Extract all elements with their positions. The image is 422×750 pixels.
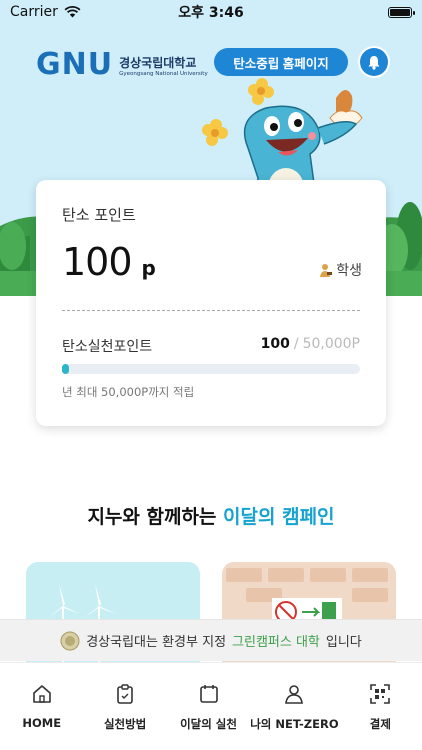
- campaign-title-prefix: 지누와 함께하는: [87, 506, 217, 528]
- battery-icon: [388, 6, 415, 18]
- nav-label-monthly-practice: 이달의 실천: [180, 717, 237, 731]
- practice-progress-bar: [62, 364, 360, 374]
- practice-max: 50,000P: [302, 336, 360, 352]
- logo-name-kr: 경상국립대학교: [119, 55, 197, 70]
- nav-label-payment: 결제: [369, 717, 391, 731]
- carrier-label: Carrier: [10, 4, 58, 20]
- notification-button[interactable]: [360, 48, 388, 76]
- nav-item-practice-methods[interactable]: 실천방법: [83, 663, 166, 750]
- card-divider: [62, 310, 360, 311]
- practice-progress-fill: [62, 364, 69, 374]
- logo-name-en: Gyeongsang National University: [119, 70, 208, 77]
- carbon-neutral-homepage-button[interactable]: 탄소중립 홈페이지: [214, 48, 348, 76]
- carbon-points-card[interactable]: 탄소 포인트 100 p 학생 탄소실천포인트 100/50,000P 년 최대…: [36, 180, 386, 426]
- green-campus-banner: 경상국립대는 환경부 지정 그린캠퍼스 대학 입니다: [0, 619, 422, 661]
- bottom-navigation: HOME 실천방법 이달의 실천 나의 NET-ZERO 결제: [0, 662, 422, 750]
- practice-current: 100: [260, 336, 290, 352]
- nav-label-practice-methods: 실천방법: [103, 717, 147, 731]
- student-icon: [320, 263, 333, 277]
- points-number: 100: [62, 240, 133, 284]
- clipboard-icon: [117, 684, 133, 704]
- nav-label-home: HOME: [22, 716, 62, 730]
- nav-item-home[interactable]: HOME: [0, 663, 83, 750]
- banner-text-after: 입니다: [325, 635, 362, 650]
- carbon-points-label: 탄소 포인트: [62, 206, 136, 224]
- wifi-icon: [64, 6, 81, 18]
- flower-icon: [248, 78, 274, 105]
- practice-note: 년 최대 50,000P까지 적립: [62, 385, 195, 399]
- carbon-points-value: 100 p: [62, 240, 156, 284]
- banner-text-before: 경상국립대는 환경부 지정: [86, 635, 227, 650]
- person-icon: [285, 685, 304, 704]
- bell-icon: [368, 55, 380, 70]
- practice-points-label: 탄소실천포인트: [62, 339, 153, 355]
- calendar-icon: [199, 685, 218, 703]
- logo-mark: GNU: [36, 47, 114, 82]
- points-unit: p: [141, 256, 156, 280]
- member-type-label: 학생: [336, 263, 362, 279]
- qr-code-icon: [370, 684, 391, 704]
- status-bar: Carrier 오후 3:46: [0, 0, 422, 24]
- campaign-title-highlight: 이달의 캠페인: [223, 506, 335, 528]
- nav-item-my-net-zero[interactable]: 나의 NET-ZERO: [250, 663, 339, 750]
- nav-label-my-net-zero: 나의 NET-ZERO: [250, 717, 339, 731]
- campaign-section-title: 지누와 함께하는 이달의 캠페인: [0, 502, 422, 529]
- banner-text-highlight: 그린캠퍼스 대학: [232, 635, 320, 650]
- university-seal-icon: [60, 631, 80, 650]
- nav-item-monthly-practice[interactable]: 이달의 실천: [167, 663, 250, 750]
- status-left: Carrier: [10, 4, 81, 20]
- practice-points-value: 100/50,000P: [261, 336, 360, 352]
- logo-text: 경상국립대학교 Gyeongsang National University: [119, 54, 208, 77]
- home-icon: [32, 685, 51, 703]
- practice-separator: /: [293, 336, 299, 352]
- nav-item-payment[interactable]: 결제: [339, 663, 422, 750]
- member-type: 학생: [318, 260, 362, 280]
- university-logo[interactable]: GNU 경상국립대학교 Gyeongsang National Universi…: [36, 50, 208, 80]
